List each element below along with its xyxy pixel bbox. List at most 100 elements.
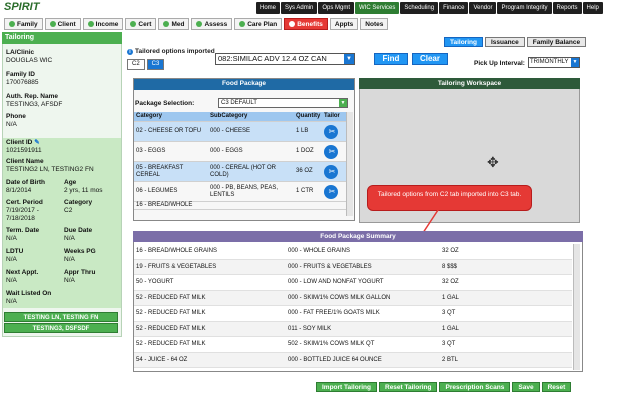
table-row[interactable]: 50 - YOGURT 000 - LOW AND NONFAT YOGURT 32…: [134, 275, 572, 291]
move-cursor-icon: ✥: [487, 154, 499, 170]
tab-family-balance[interactable]: Family Balance: [526, 37, 587, 47]
auth-rep-field: Auth. Rep. Name TESTING3, AFSDF: [6, 93, 63, 108]
menu-scheduling[interactable]: Scheduling: [400, 2, 439, 14]
tab-c2[interactable]: C2: [127, 59, 145, 70]
family-id-field: Family ID 170076885: [6, 71, 39, 86]
reset-button[interactable]: Reset: [541, 382, 572, 392]
weeks-pg-field: Weeks PG N/A: [64, 248, 96, 263]
menu-wic-services[interactable]: WIC Services: [355, 2, 400, 14]
status-dot-icon: [9, 21, 15, 27]
find-button[interactable]: Find: [374, 53, 408, 65]
tab-income[interactable]: Income: [82, 18, 124, 30]
table-row[interactable]: 16 - BREAD/WHOLE: [134, 202, 346, 210]
status-dot-icon: [289, 21, 296, 27]
menu-vendor[interactable]: Vendor: [469, 2, 497, 14]
main-menu: Home Sys Admin Ops Mgmt WIC Services Schedul…: [256, 2, 603, 14]
dob-field: Date of Birth 8/1/2014: [6, 179, 45, 194]
tab-care-plan[interactable]: Care Plan: [234, 18, 283, 30]
app-logo: SPIRIT: [4, 1, 40, 13]
tab-benefits[interactable]: Benefits: [284, 18, 328, 30]
cert-period-field: Cert. Period 7/19/2017 - 7/18/2018: [6, 199, 43, 222]
status-dot-icon: [239, 21, 246, 27]
info-icon: i: [127, 48, 133, 55]
tab-assess[interactable]: Assess: [191, 18, 233, 30]
pickup-interval-select[interactable]: TRIMONTHLY ▼: [528, 57, 580, 68]
menu-reports[interactable]: Reports: [552, 2, 582, 14]
tab-family[interactable]: Family: [4, 18, 43, 30]
table-header: Category SubCategory Quantity Tailor: [134, 112, 346, 122]
table-row[interactable]: 54 - JUICE - 64 OZ 000 - BOTTLED JUICE 64…: [134, 352, 572, 368]
table-row[interactable]: 52 - REDUCED FAT MILK 502 - SKIM/1% COWS …: [134, 337, 572, 353]
menu-ops-mgmt[interactable]: Ops Mgmt: [318, 2, 355, 14]
tailor-scissors-icon[interactable]: ✂: [324, 164, 338, 179]
status-dot-icon: [130, 21, 137, 27]
summary-scrollbar[interactable]: [573, 244, 580, 370]
formula-select[interactable]: 082:SIMILAC ADV 12.4 OZ CAN ▼: [215, 53, 355, 65]
table-row[interactable]: 03 - EGGS 000 - EGGS 1 DOZ ✂: [134, 142, 346, 162]
appr-thru-field: Appr Thru N/A: [64, 269, 96, 284]
tailoring-workspace-title: Tailoring Workspace: [359, 78, 580, 89]
wait-listed-field: Wait Listed On N/A: [6, 290, 52, 305]
reset-tailoring-button[interactable]: Reset Tailoring: [379, 382, 438, 392]
status-dot-icon: [87, 21, 94, 27]
food-package-summary-table: 16 - BREAD/WHOLE GRAINS 000 - WHOLE GRAIN…: [134, 244, 572, 368]
pencil-icon[interactable]: ✎: [34, 139, 39, 146]
chevron-down-icon: ▼: [344, 54, 354, 64]
table-row[interactable]: 05 - BREAKFAST CEREAL 000 - CEREAL (HOT O…: [134, 162, 346, 182]
status-dot-icon: [49, 21, 56, 27]
tab-client[interactable]: Client: [44, 18, 81, 30]
category-field: Category C2: [64, 199, 93, 214]
food-package-title: Food Package: [134, 79, 354, 90]
tab-cert[interactable]: Cert: [125, 18, 157, 30]
menu-finance[interactable]: Finance: [439, 2, 469, 14]
due-date-field: Due Date N/A: [64, 227, 93, 242]
table-row[interactable]: 52 - REDUCED FAT MILK 000 - SKIM/1% COWS …: [134, 290, 572, 306]
package-selection-select[interactable]: C3 DEFAULT ▼: [218, 98, 348, 108]
clear-button[interactable]: Clear: [412, 53, 448, 65]
term-date-field: Term. Date N/A: [6, 227, 40, 242]
status-dot-icon: [163, 21, 170, 27]
food-package-scrollbar[interactable]: [346, 112, 353, 216]
table-row[interactable]: 52 - REDUCED FAT MILK 011 - SOY MILK 1 GAL: [134, 321, 572, 337]
table-row[interactable]: 02 - CHEESE OR TOFU 000 - CHEESE 1 LB ✂: [134, 122, 346, 142]
la-clinic-field: LA/Clinic DOUGLAS WIC: [6, 49, 53, 64]
chevron-down-icon: ▼: [571, 58, 579, 67]
table-row[interactable]: 16 - BREAD/WHOLE GRAINS 000 - WHOLE GRAIN…: [134, 244, 572, 260]
save-button[interactable]: Save: [512, 382, 540, 392]
benefits-subtabs: Tailoring Issuance Family Balance: [444, 37, 587, 47]
client-name-field: Client Name TESTING2 LN, TESTING2 FN: [6, 158, 94, 173]
tab-c3[interactable]: C3: [146, 59, 165, 70]
sidebar-header: Tailoring: [2, 32, 122, 44]
family-member-button-2[interactable]: TESTING3, DSFSDF: [4, 323, 118, 333]
client-id-field: Client ID ✎ 1021591911: [6, 139, 42, 154]
tailor-scissors-icon[interactable]: ✂: [324, 124, 338, 139]
tab-notes[interactable]: Notes: [360, 18, 389, 30]
tailor-scissors-icon[interactable]: ✂: [324, 184, 338, 199]
menu-home[interactable]: Home: [256, 2, 281, 14]
food-package-summary-title: Food Package Summary: [133, 231, 583, 242]
tailor-scissors-icon[interactable]: ✂: [324, 144, 338, 159]
tab-tailoring[interactable]: Tailoring: [444, 37, 483, 47]
prescription-scans-button[interactable]: Prescription Scans: [439, 382, 511, 392]
chevron-down-icon: ▼: [339, 99, 347, 107]
package-selection-label: Package Selection:: [135, 100, 195, 107]
table-row[interactable]: 19 - FRUITS & VEGETABLES 000 - FRUITS & V…: [134, 259, 572, 275]
family-member-button-1[interactable]: TESTING LN, TESTING FN: [4, 312, 118, 322]
table-row[interactable]: 06 - LEGUMES 000 - PB, BEANS, PEAS, LENTI…: [134, 182, 346, 202]
menu-sys-admin[interactable]: Sys Admin: [281, 2, 318, 14]
tab-med[interactable]: Med: [158, 18, 190, 30]
tab-issuance[interactable]: Issuance: [484, 37, 525, 47]
age-field: Age 2 yrs, 11 mos: [64, 179, 103, 194]
import-tailoring-button[interactable]: Import Tailoring: [316, 382, 377, 392]
food-package-table: Category SubCategory Quantity Tailor 02 …: [134, 112, 346, 210]
tab-appts[interactable]: Appts: [329, 18, 359, 30]
menu-program-integrity[interactable]: Program Integrity: [497, 2, 552, 14]
category-tabs: C2 C3: [127, 59, 165, 70]
module-tabs: Family Client Income Cert Med Assess Care Plan…: [4, 18, 389, 30]
bottom-actions: Import Tailoring Reset Tailoring Prescript…: [316, 382, 572, 392]
pickup-interval-label: Pick Up Interval:: [474, 60, 525, 67]
phone-field: Phone N/A: [6, 113, 26, 128]
tailored-info: i Tailored options imported: [127, 48, 224, 55]
menu-help[interactable]: Help: [582, 2, 603, 14]
table-row[interactable]: 52 - REDUCED FAT MILK 000 - FAT FREE/1% G…: [134, 306, 572, 322]
